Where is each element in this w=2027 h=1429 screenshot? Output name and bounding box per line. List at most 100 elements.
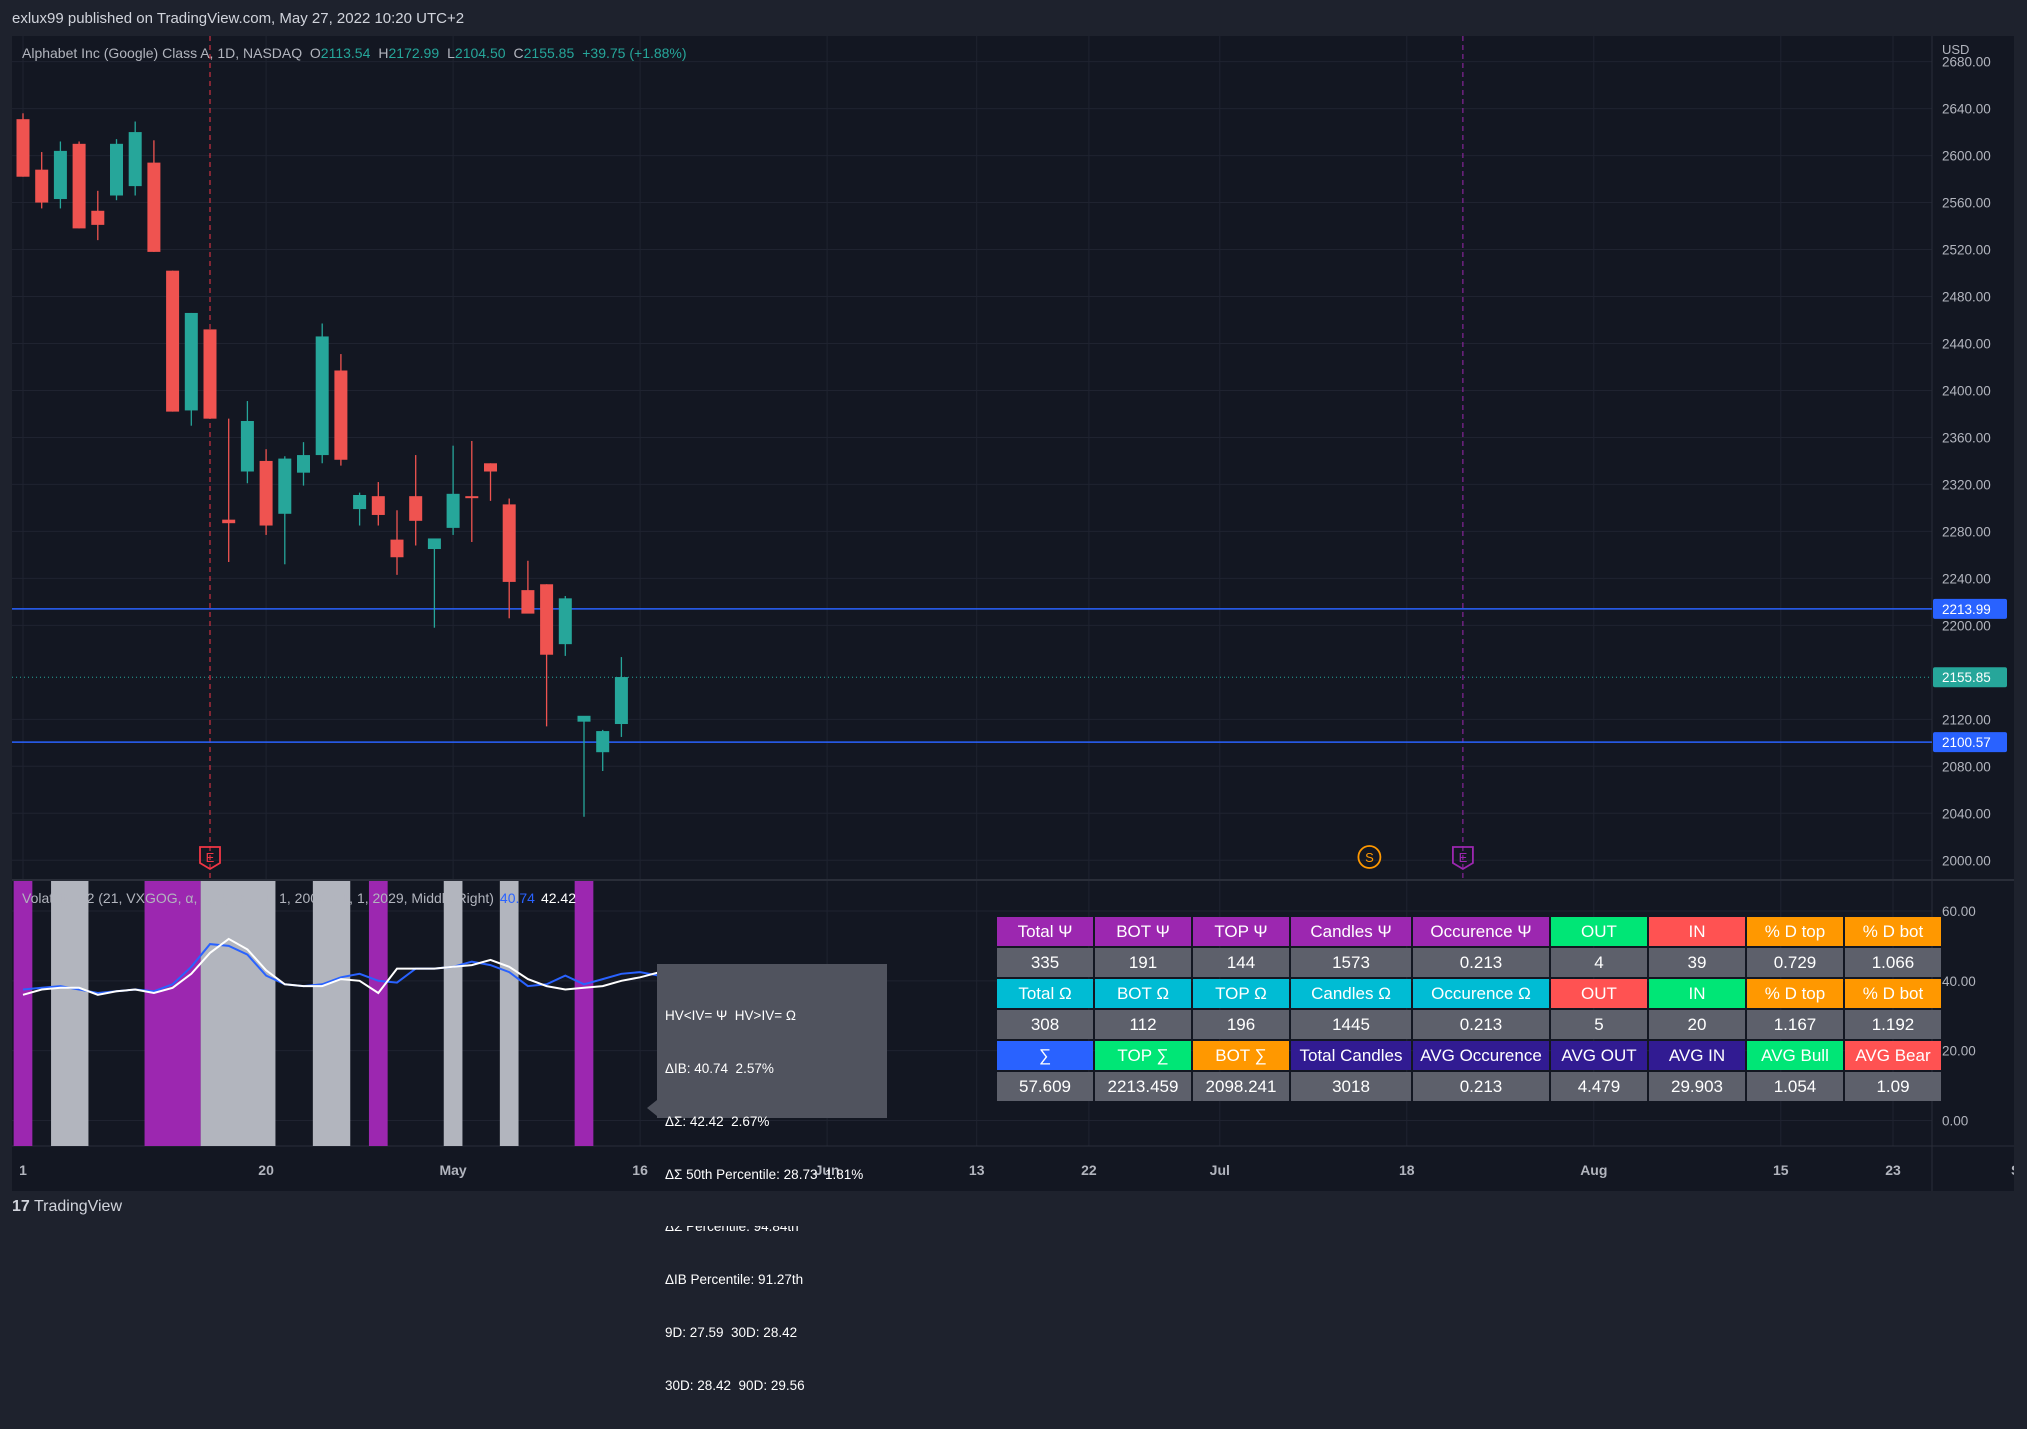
price-tick-label: 2080.00 xyxy=(1942,759,1991,774)
stats-cell: Total Ψ xyxy=(997,917,1093,946)
close-label: C xyxy=(513,45,524,61)
info-line: 9D: 27.59 30D: 28.42 xyxy=(665,1324,798,1340)
open-label: O xyxy=(309,45,321,61)
volatility-info-box: HV<IV= Ψ HV>IV= Ω ΔIB: 40.74 2.57% ΔΣ: 4… xyxy=(657,964,887,1393)
time-tick-label: 23 xyxy=(1885,1162,1901,1178)
candle-body xyxy=(315,336,329,456)
candle-body xyxy=(184,312,198,411)
time-tick-label: 16 xyxy=(632,1162,648,1178)
event-marker-label: E xyxy=(1459,850,1468,865)
stats-cell: BOT Ω xyxy=(1095,979,1191,1008)
symbol-title: Alphabet Inc (Google) Class A, 1D, NASDA… xyxy=(22,45,303,61)
event-marker-label: S xyxy=(1365,850,1374,865)
time-tick-label: Sep xyxy=(2011,1162,2014,1178)
time-tick-label: 20 xyxy=(258,1162,274,1178)
stats-cell: TOP ∑ xyxy=(1095,1041,1191,1070)
candle-body xyxy=(353,494,367,510)
candle-body xyxy=(110,143,123,196)
indicator-band xyxy=(200,881,276,1146)
stats-cell: 144 xyxy=(1193,948,1289,977)
time-tick-label: 18 xyxy=(1399,1162,1415,1178)
stats-cell: 0.729 xyxy=(1747,948,1843,977)
stats-table: Total Ψ BOT Ψ TOP Ψ Candles Ψ Occurence Ψ OUT… xyxy=(995,915,1943,1103)
price-tick-label: 2320.00 xyxy=(1942,477,1991,492)
candle-body xyxy=(35,169,49,203)
time-tick-label: May xyxy=(439,1162,466,1178)
stats-cell: 3018 xyxy=(1291,1072,1411,1101)
stats-cell: Candles Ω xyxy=(1291,979,1411,1008)
stats-cell: OUT xyxy=(1551,979,1647,1008)
tradingview-logo[interactable]: 17 TradingView xyxy=(12,1198,122,1216)
indicator-band xyxy=(368,881,388,1146)
info-line: HV<IV= Ψ HV>IV= Ω xyxy=(665,1008,796,1024)
candle-body xyxy=(446,493,460,528)
candle-body xyxy=(166,270,180,412)
stats-cell: % D bot xyxy=(1845,979,1941,1008)
stats-row: 57.609 2213.459 2098.241 3018 0.213 4.479 29.9… xyxy=(997,1072,1941,1101)
indicator-legend[interactable]: Volatility V2 (21, VXGOG, α, 2, 2, 252, … xyxy=(22,890,576,906)
indicator-band xyxy=(499,881,519,1146)
candle-body xyxy=(278,458,292,514)
tv-logo-icon: 17 xyxy=(12,1198,30,1215)
stats-cell: % D top xyxy=(1747,917,1843,946)
stats-cell: Candles Ψ xyxy=(1291,917,1411,946)
indicator-band xyxy=(144,881,201,1146)
event-marker-label: E xyxy=(206,850,215,865)
stats-cell: AVG IN xyxy=(1649,1041,1745,1070)
chart-area[interactable]: E S E USD 2680.00 2640.00 2600.00 2560.00 2520.0… xyxy=(12,36,2014,1393)
candle-body xyxy=(91,210,105,225)
indicator-band xyxy=(13,881,33,1146)
stats-cell: AVG Occurence xyxy=(1413,1041,1549,1070)
stats-cell: 1.066 xyxy=(1845,948,1941,977)
last-price-tag-text: 2155.85 xyxy=(1942,670,1991,685)
indicator-tick-label: 0.00 xyxy=(1942,1114,1968,1129)
low-value: 2104.50 xyxy=(454,45,506,61)
info-line: ΔΣ 50th Percentile: 28.73 1.81% xyxy=(665,1166,864,1182)
candle-body xyxy=(147,162,161,252)
stats-cell: 5 xyxy=(1551,1010,1647,1039)
price-tick-label: 2640.00 xyxy=(1942,102,1991,117)
stats-cell: % D bot xyxy=(1845,917,1941,946)
stats-cell: 1573 xyxy=(1291,948,1411,977)
candle-body xyxy=(240,421,254,472)
open-value: 2113.54 xyxy=(320,45,371,61)
change-value: +39.75 (+1.88%) xyxy=(582,45,687,61)
candle-body xyxy=(222,519,236,524)
price-tick-label: 2040.00 xyxy=(1942,806,1991,821)
stats-cell: OUT xyxy=(1551,917,1647,946)
indicator-value-white: 42.42 xyxy=(540,890,577,906)
price-tick-label: 2520.00 xyxy=(1942,243,1991,258)
stats-row: 308 112 196 1445 0.213 5 20 1.167 1.192 xyxy=(997,1010,1941,1039)
price-tick-label: 2560.00 xyxy=(1942,196,1991,211)
stats-cell: 335 xyxy=(997,948,1093,977)
price-tick-label: 2440.00 xyxy=(1942,336,1991,351)
stats-cell: 39 xyxy=(1649,948,1745,977)
stats-cell: 4 xyxy=(1551,948,1647,977)
info-line: ΔIB Percentile: 91.27th xyxy=(665,1272,804,1288)
stats-row: Total Ψ BOT Ψ TOP Ψ Candles Ψ Occurence Ψ OUT… xyxy=(997,917,1941,946)
candle-body xyxy=(427,538,441,550)
price-tick-label: 2480.00 xyxy=(1942,290,1991,305)
time-tick-label: Jul xyxy=(1210,1162,1230,1178)
low-label: L xyxy=(447,45,455,61)
indicator-tick-label: 60.00 xyxy=(1942,904,1976,919)
stats-cell: AVG Bear xyxy=(1845,1041,1941,1070)
price-tick-label: 2400.00 xyxy=(1942,383,1991,398)
stats-cell: 191 xyxy=(1095,948,1191,977)
info-line: ΔΣ: 42.42 2.67% xyxy=(665,1113,770,1129)
info-box-pointer xyxy=(647,1100,657,1116)
candle-body xyxy=(484,463,497,472)
time-tick-label: 13 xyxy=(969,1162,985,1178)
stats-row: ∑ TOP ∑ BOT ∑ Total Candles AVG Occurence AVG… xyxy=(997,1041,1941,1070)
info-line: ΔIB: 40.74 2.57% xyxy=(665,1060,774,1076)
indicator-tick-label: 40.00 xyxy=(1942,974,1976,989)
stats-row: 335 191 144 1573 0.213 4 39 0.729 1.066 xyxy=(997,948,1941,977)
candle-body xyxy=(614,677,628,725)
stats-cell: 0.213 xyxy=(1413,1010,1549,1039)
time-tick-label: 1 xyxy=(19,1162,27,1178)
candle-body xyxy=(16,119,30,177)
candle-body xyxy=(502,504,516,582)
stats-cell: 1.09 xyxy=(1845,1072,1941,1101)
stats-cell: BOT Ψ xyxy=(1095,917,1191,946)
candle-body xyxy=(558,598,572,645)
